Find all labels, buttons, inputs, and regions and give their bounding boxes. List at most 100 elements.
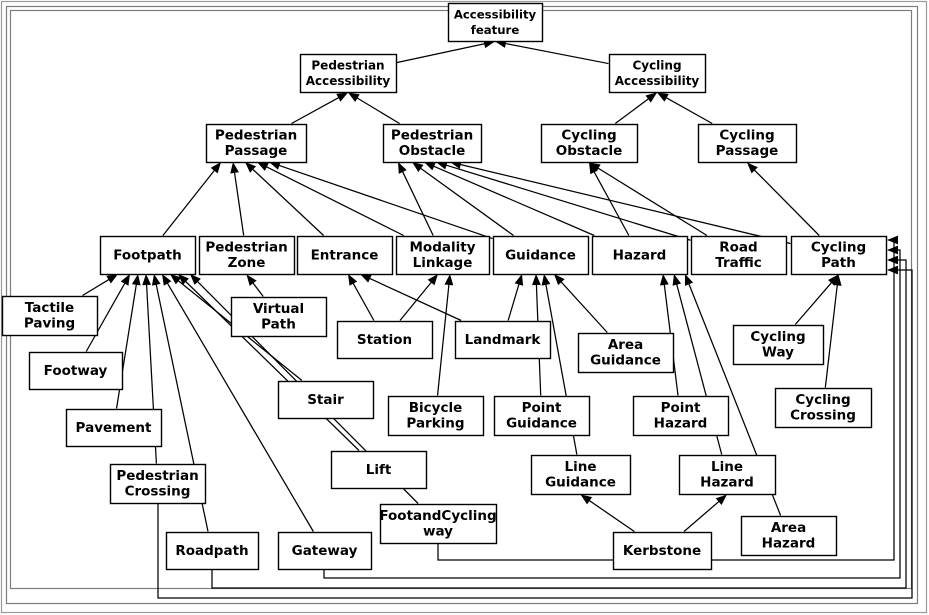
class-box-bicycle-parking[interactable]: BicycleParking <box>387 395 485 437</box>
class-box-cycling-accessibility[interactable]: CyclingAccessibility <box>608 53 707 94</box>
edge-area-guidance-to-guidance <box>554 274 608 333</box>
class-box-landmark[interactable]: Landmark <box>454 320 552 360</box>
edge-line <box>399 280 433 321</box>
class-box-label: Parking <box>406 416 464 432</box>
class-box-stair[interactable]: Stair <box>277 380 375 420</box>
class-box-tactile-paving[interactable]: TactilePaving <box>1 295 99 337</box>
generalization-arrowhead <box>684 274 694 286</box>
edge-footpath-to-pedestrian-passage <box>162 162 221 236</box>
generalization-arrowhead <box>412 162 424 173</box>
class-box-footway[interactable]: Footway <box>28 351 124 391</box>
generalization-arrowhead <box>360 274 372 283</box>
class-box-pedestrian-zone[interactable]: PedestrianZone <box>198 235 296 276</box>
class-box-label: Accessibility <box>615 74 700 88</box>
class-box-hazard[interactable]: Hazard <box>591 235 689 276</box>
class-box-label: Pedestrian <box>215 128 297 144</box>
edge-virtual-path-to-pedestrian-zone <box>246 274 264 297</box>
class-box-lift[interactable]: Lift <box>330 450 428 490</box>
edge-pedestrian-obstacle-to-pedestrian-accessibility <box>348 92 400 125</box>
class-box-label: Obstacle <box>399 143 466 159</box>
edge-line <box>233 171 245 236</box>
class-box-pavement[interactable]: Pavement <box>65 408 163 448</box>
edge-cycling-accessibility-to-accessibility-feature <box>495 39 609 65</box>
class-box-label: Stair <box>307 392 344 408</box>
class-box-cycling-obstacle[interactable]: CyclingObstacle <box>540 123 639 164</box>
edge-cycling-way-to-cycling-path <box>794 274 839 325</box>
class-box-point-hazard[interactable]: PointHazard <box>632 395 730 437</box>
class-box-label: Footpath <box>113 247 182 263</box>
class-box-cycling-path[interactable]: CyclingPath <box>790 235 888 276</box>
generalization-arrowhead <box>657 92 669 102</box>
class-box-label: Landmark <box>465 332 542 348</box>
class-box-label: Road <box>719 240 757 256</box>
class-box-footpath[interactable]: Footpath <box>99 235 197 276</box>
class-box-station[interactable]: Station <box>336 320 434 360</box>
generalization-arrowhead <box>131 274 141 286</box>
class-box-road-traffic[interactable]: RoadTraffic <box>690 235 788 276</box>
generalization-arrowhead <box>398 162 407 174</box>
class-box-label: Pedestrian <box>205 240 287 256</box>
class-box-label: Modality <box>410 240 476 256</box>
edge-cycling-obstacle-to-cycling-accessibility <box>614 92 657 125</box>
class-box-label: Pedestrian <box>391 128 473 144</box>
class-box-virtual-path[interactable]: VirtualPath <box>230 296 328 338</box>
class-box-label: Lift <box>366 462 392 478</box>
edge-line <box>504 42 609 65</box>
class-box-line-hazard[interactable]: LineHazard <box>678 454 777 496</box>
class-box-label: Accessibility <box>454 8 537 22</box>
class-box-entrance[interactable]: Entrance <box>296 235 394 276</box>
edge-pedestrian-passage-to-pedestrian-accessibility <box>291 92 348 125</box>
class-box-gateway[interactable]: Gateway <box>277 531 373 571</box>
edge-landmark-to-guidance <box>507 274 524 321</box>
generalization-arrowhead <box>532 274 541 286</box>
class-box-label: Entrance <box>311 247 379 263</box>
class-box-label: Virtual <box>253 301 304 317</box>
class-box-label: Way <box>762 345 794 361</box>
class-box-label: Pedestrian <box>116 468 198 484</box>
class-box-label: Area <box>771 520 806 536</box>
generalization-arrowhead <box>348 92 360 102</box>
class-box-label: Cycling <box>561 128 616 144</box>
class-box-pedestrian-obstacle[interactable]: PedestrianObstacle <box>382 123 483 164</box>
edge-line <box>614 97 650 125</box>
class-box-area-hazard[interactable]: AreaHazard <box>740 515 838 557</box>
class-box-pedestrian-passage[interactable]: PedestrianPassage <box>205 123 308 164</box>
class-box-pedestrian-crossing[interactable]: PedestrianCrossing <box>109 463 207 505</box>
class-box-label: Crossing <box>790 408 856 424</box>
edge-line <box>251 168 325 236</box>
class-box-cycling-way[interactable]: CyclingWay <box>732 324 825 366</box>
edge-line <box>507 282 520 321</box>
edge-layer <box>82 39 913 599</box>
edge-road-traffic-to-pedestrian-obstacle <box>436 161 691 241</box>
class-box-label: Pedestrian <box>311 59 384 73</box>
class-box-area-guidance[interactable]: AreaGuidance <box>577 332 675 374</box>
class-box-label: Roadpath <box>175 543 248 559</box>
class-box-label: Linkage <box>413 255 473 271</box>
class-box-line-guidance[interactable]: LineGuidance <box>530 454 632 496</box>
class-box-cycling-crossing[interactable]: CyclingCrossing <box>774 387 873 429</box>
edge-cycling-path-to-cycling-passage <box>747 162 820 236</box>
class-box-kerbstone[interactable]: Kerbstone <box>612 531 713 571</box>
class-box-modality-linkage[interactable]: ModalityLinkage <box>395 235 491 276</box>
class-hierarchy-svg: AccessibilityfeaturePedestrianAccessibil… <box>0 0 928 614</box>
class-box-roadpath[interactable]: Roadpath <box>165 531 260 571</box>
edge-pedestrian-zone-to-pedestrian-passage <box>230 162 245 236</box>
edge-line <box>162 169 216 236</box>
edge-line <box>277 164 493 240</box>
generalization-arrowhead <box>230 162 239 174</box>
generalization-arrowhead <box>427 274 438 286</box>
edge-hazard-to-cycling-obstacle <box>589 162 630 236</box>
class-box-label: Zone <box>228 255 266 271</box>
class-box-label: Guidance <box>590 353 661 369</box>
class-box-accessibility-feature[interactable]: Accessibilityfeature <box>447 2 544 43</box>
generalization-arrowhead <box>580 494 593 505</box>
class-box-label: Pavement <box>76 420 152 436</box>
class-box-pedestrian-accessibility[interactable]: PedestrianAccessibility <box>299 53 398 94</box>
edge-line <box>683 500 721 532</box>
edge-pedestrian-accessibility-to-accessibility-feature <box>396 39 495 64</box>
class-box-guidance[interactable]: Guidance <box>492 235 590 276</box>
class-box-cycling-passage[interactable]: CyclingPassage <box>697 123 798 164</box>
class-box-point-guidance[interactable]: PointGuidance <box>493 395 591 437</box>
class-box-footandcyclingway[interactable]: FootandCyclingway <box>379 503 498 545</box>
class-box-label: Cycling <box>632 59 681 73</box>
